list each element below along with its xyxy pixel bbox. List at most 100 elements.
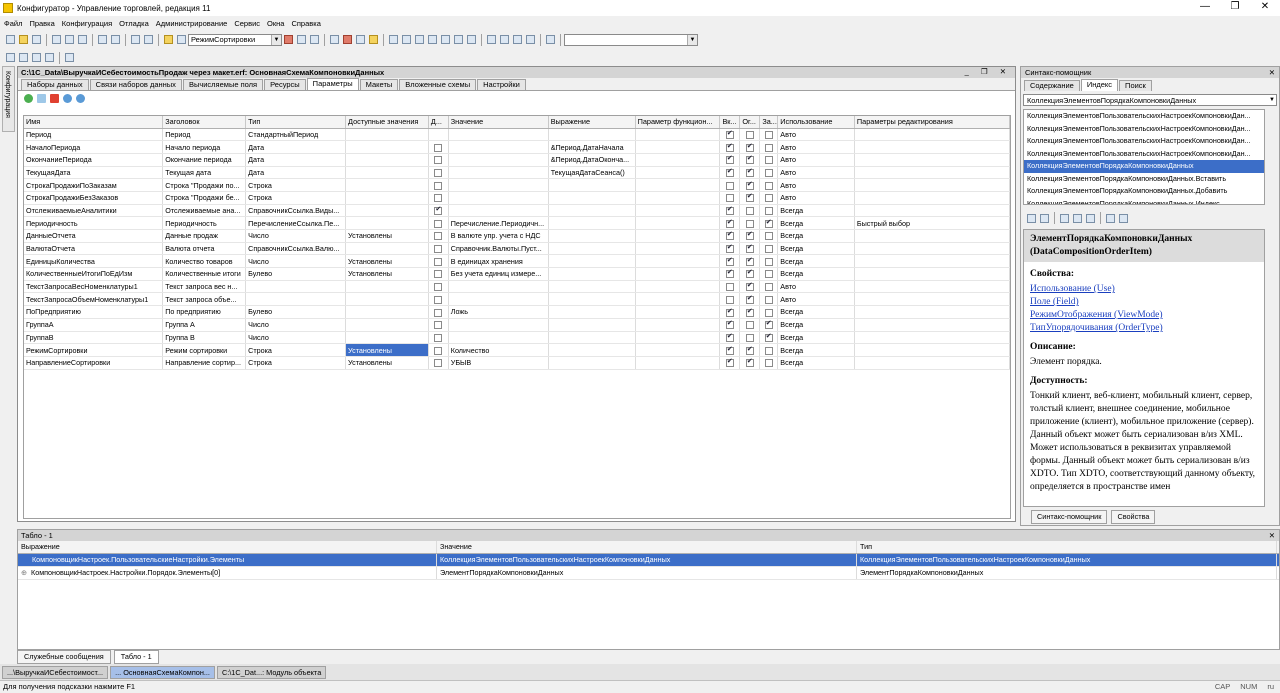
index-search-input[interactable]: КоллекцияЭлементовПорядкаКомпоновкиДанны… bbox=[1023, 94, 1277, 106]
table-cell[interactable]: Группа В bbox=[162, 331, 247, 345]
tool-icon[interactable] bbox=[1086, 213, 1095, 223]
tool-icon[interactable] bbox=[454, 35, 463, 44]
tab-parameters[interactable]: Параметры bbox=[306, 78, 359, 90]
info-icon[interactable] bbox=[369, 35, 378, 44]
grid-column-header[interactable]: Использование bbox=[777, 116, 855, 129]
table-cell[interactable]: В валюте упр. учета с НДС bbox=[448, 229, 549, 243]
table-cell[interactable]: Установлены bbox=[345, 343, 429, 357]
checkbox[interactable] bbox=[745, 256, 754, 266]
checkbox-cell[interactable] bbox=[428, 140, 449, 154]
table-cell[interactable] bbox=[854, 331, 1010, 345]
checkbox[interactable] bbox=[745, 345, 754, 355]
table-cell[interactable]: НаправлениеСортировки bbox=[24, 356, 164, 370]
table-cell[interactable] bbox=[635, 343, 721, 357]
table-cell[interactable] bbox=[635, 292, 721, 307]
checkbox[interactable] bbox=[434, 143, 443, 152]
checkbox[interactable] bbox=[745, 130, 754, 139]
checkbox-cell[interactable] bbox=[719, 178, 741, 192]
clear-search-icon[interactable] bbox=[284, 35, 293, 44]
checkbox[interactable] bbox=[745, 167, 754, 177]
window-tab-module[interactable]: C:\1C_Dat...: Модуль объекта bbox=[216, 665, 327, 679]
table-cell[interactable] bbox=[854, 153, 1010, 167]
checkbox[interactable] bbox=[764, 130, 773, 139]
table-cell[interactable] bbox=[345, 178, 429, 192]
table-cell[interactable]: Режим сортировки bbox=[162, 343, 247, 357]
tool-icon[interactable] bbox=[415, 35, 424, 44]
window-controls[interactable]: _ ❐ ✕ bbox=[965, 67, 1011, 76]
checkbox-cell[interactable] bbox=[759, 305, 779, 319]
tab-datasets[interactable]: Наборы данных bbox=[21, 79, 89, 90]
table-cell[interactable]: Всегда bbox=[777, 229, 855, 243]
checkbox[interactable] bbox=[725, 283, 734, 292]
menu-service[interactable]: Сервис bbox=[234, 19, 260, 28]
table-cell[interactable]: Отслеживаемые ана... bbox=[162, 204, 247, 218]
checkbox[interactable] bbox=[725, 345, 734, 355]
checkbox[interactable] bbox=[764, 359, 773, 368]
chevron-down-icon[interactable]: ▼ bbox=[271, 34, 281, 45]
grid-column-header[interactable]: Параметр функцион... bbox=[635, 116, 721, 129]
checkbox-cell[interactable] bbox=[759, 356, 779, 370]
table-row[interactable]: НачалоПериода Начало периода Дата &Период.Д… bbox=[24, 140, 1010, 154]
table-cell[interactable]: Число bbox=[245, 254, 347, 269]
checkbox[interactable] bbox=[764, 308, 773, 317]
tab-dataset-links[interactable]: Связи наборов данных bbox=[89, 79, 182, 90]
checkbox-cell[interactable] bbox=[759, 292, 779, 307]
table-cell[interactable]: Перечисление.Периодичн... bbox=[448, 216, 549, 230]
table-cell[interactable] bbox=[245, 280, 347, 294]
checkbox[interactable] bbox=[764, 232, 773, 241]
table-cell[interactable] bbox=[548, 254, 636, 269]
checkbox[interactable] bbox=[764, 346, 773, 355]
checkbox-cell[interactable] bbox=[739, 242, 761, 256]
checkbox-cell[interactable] bbox=[739, 267, 761, 281]
tab-resources[interactable]: Ресурсы bbox=[264, 79, 306, 90]
table-cell[interactable] bbox=[854, 292, 1010, 307]
table-cell[interactable]: Валюта отчета bbox=[162, 242, 247, 256]
table-cell[interactable] bbox=[635, 191, 721, 205]
table-cell[interactable] bbox=[854, 318, 1010, 332]
add-icon[interactable] bbox=[24, 93, 33, 103]
checkbox[interactable] bbox=[725, 319, 734, 330]
table-cell[interactable] bbox=[548, 331, 636, 345]
checkbox[interactable] bbox=[434, 194, 443, 203]
tab-watch[interactable]: Табло - 1 bbox=[113, 650, 159, 664]
checkbox-cell[interactable] bbox=[739, 191, 761, 205]
chevron-down-icon[interactable]: ▼ bbox=[1269, 95, 1275, 106]
checkbox[interactable] bbox=[725, 194, 734, 203]
table-cell[interactable] bbox=[448, 140, 549, 154]
menu-administration[interactable]: Администрирование bbox=[156, 19, 228, 28]
checkbox-cell[interactable] bbox=[719, 356, 741, 370]
table-cell[interactable]: Дата bbox=[245, 166, 347, 180]
tab-calculated-fields[interactable]: Вычисляемые поля bbox=[182, 79, 264, 90]
table-cell[interactable] bbox=[854, 191, 1010, 205]
table-cell[interactable]: Количественные итоги bbox=[162, 267, 247, 281]
table-cell[interactable]: Период bbox=[24, 128, 164, 142]
tool-icon[interactable] bbox=[441, 35, 450, 44]
checkbox[interactable] bbox=[725, 243, 734, 254]
checkbox-cell[interactable] bbox=[428, 280, 449, 294]
table-cell[interactable] bbox=[345, 242, 429, 256]
table-cell[interactable]: Количество товаров bbox=[162, 254, 247, 269]
table-cell[interactable] bbox=[854, 166, 1010, 180]
grid-column-header[interactable]: Имя bbox=[24, 116, 164, 129]
table-cell[interactable]: Авто bbox=[777, 140, 855, 154]
table-cell[interactable]: Строка bbox=[245, 356, 347, 370]
table-row[interactable]: ГруппаВГруппа ВЧисло Всегда bbox=[24, 331, 1010, 345]
table-cell[interactable]: УБЫВ bbox=[448, 356, 549, 370]
table-cell[interactable]: Всегда bbox=[777, 305, 855, 319]
table-cell[interactable] bbox=[635, 267, 721, 281]
checkbox[interactable] bbox=[745, 294, 754, 304]
table-cell[interactable] bbox=[345, 128, 429, 142]
checkbox[interactable] bbox=[764, 270, 773, 279]
table-cell[interactable]: ПеречислениеСсылка.Пе... bbox=[245, 216, 347, 230]
table-cell[interactable]: КоличественныеИтогиПоЕдИзм bbox=[24, 267, 164, 281]
undo-icon[interactable] bbox=[131, 35, 140, 44]
checkbox[interactable] bbox=[725, 154, 734, 165]
checkbox-cell[interactable] bbox=[428, 305, 449, 319]
checkbox[interactable] bbox=[745, 333, 754, 342]
checkbox-cell[interactable] bbox=[759, 128, 779, 142]
move-down-icon[interactable] bbox=[76, 93, 85, 103]
table-cell[interactable]: ГруппаВ bbox=[24, 331, 164, 345]
checkbox-cell[interactable] bbox=[719, 331, 741, 345]
checkbox[interactable] bbox=[434, 168, 443, 177]
table-cell[interactable] bbox=[854, 356, 1010, 370]
